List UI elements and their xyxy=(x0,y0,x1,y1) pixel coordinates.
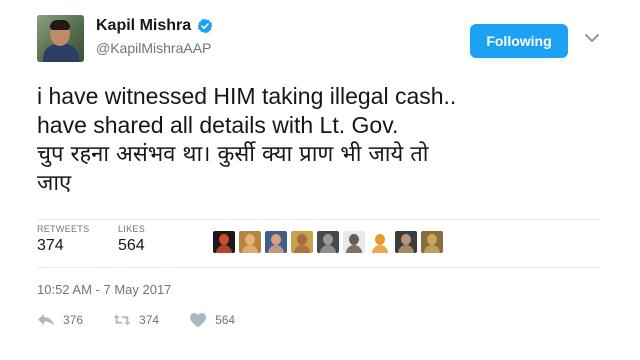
likers-list xyxy=(213,231,443,253)
retweets-value: 374 xyxy=(37,237,64,254)
reply-count: 376 xyxy=(63,313,84,327)
tweet-text-line: i have witnessed HIM taking illegal cash… xyxy=(37,83,457,109)
liker-avatar-6[interactable] xyxy=(343,231,365,253)
liker-avatar-7[interactable] xyxy=(369,231,391,253)
following-button[interactable]: Following xyxy=(470,24,568,58)
author-name[interactable]: Kapil Mishra xyxy=(96,17,191,35)
avatar[interactable] xyxy=(37,15,84,62)
tweet-card: Kapil Mishra @KapilMishraAAP Following i… xyxy=(0,0,640,360)
liker-avatar-3[interactable] xyxy=(265,231,287,253)
reply-action[interactable]: 376 xyxy=(37,312,83,328)
tweet-text-line: चुप रहना असंभव था। कुर्सी क्या प्राण भी … xyxy=(37,142,429,167)
liker-avatar-1[interactable] xyxy=(213,231,235,253)
tweet-text: i have witnessed HIM taking illegal cash… xyxy=(37,82,597,198)
divider xyxy=(37,219,600,220)
like-count: 564 xyxy=(215,313,236,327)
liker-avatar-4[interactable] xyxy=(291,231,313,253)
retweet-count: 374 xyxy=(139,313,160,327)
tweet-text-line: have shared all details with Lt. Gov. xyxy=(37,112,399,138)
divider xyxy=(37,267,600,268)
chevron-down-icon[interactable] xyxy=(584,32,600,44)
likes-value: 564 xyxy=(118,237,145,254)
author-handle[interactable]: @KapilMishraAAP xyxy=(96,40,211,56)
liker-avatar-8[interactable] xyxy=(395,231,417,253)
liker-avatar-5[interactable] xyxy=(317,231,339,253)
tweet-actions: 376 374 564 xyxy=(37,312,265,328)
retweet-icon xyxy=(113,314,131,326)
likes-label: LIKES xyxy=(118,224,146,234)
verified-badge-icon xyxy=(197,18,213,34)
reply-icon xyxy=(38,314,54,326)
like-action[interactable]: 564 xyxy=(189,312,235,328)
retweets-label: RETWEETS xyxy=(37,224,90,234)
liker-avatar-2[interactable] xyxy=(239,231,261,253)
heart-icon xyxy=(190,313,207,328)
tweet-timestamp[interactable]: 10:52 AM - 7 May 2017 xyxy=(37,282,171,297)
likes-stat[interactable]: LIKES 564 xyxy=(118,224,145,255)
author-name-row: Kapil Mishra xyxy=(96,17,213,35)
tweet-text-line: जाए xyxy=(37,171,72,196)
retweets-stat[interactable]: RETWEETS 374 xyxy=(37,224,89,255)
liker-avatar-9[interactable] xyxy=(421,231,443,253)
retweet-action[interactable]: 374 xyxy=(113,312,159,328)
